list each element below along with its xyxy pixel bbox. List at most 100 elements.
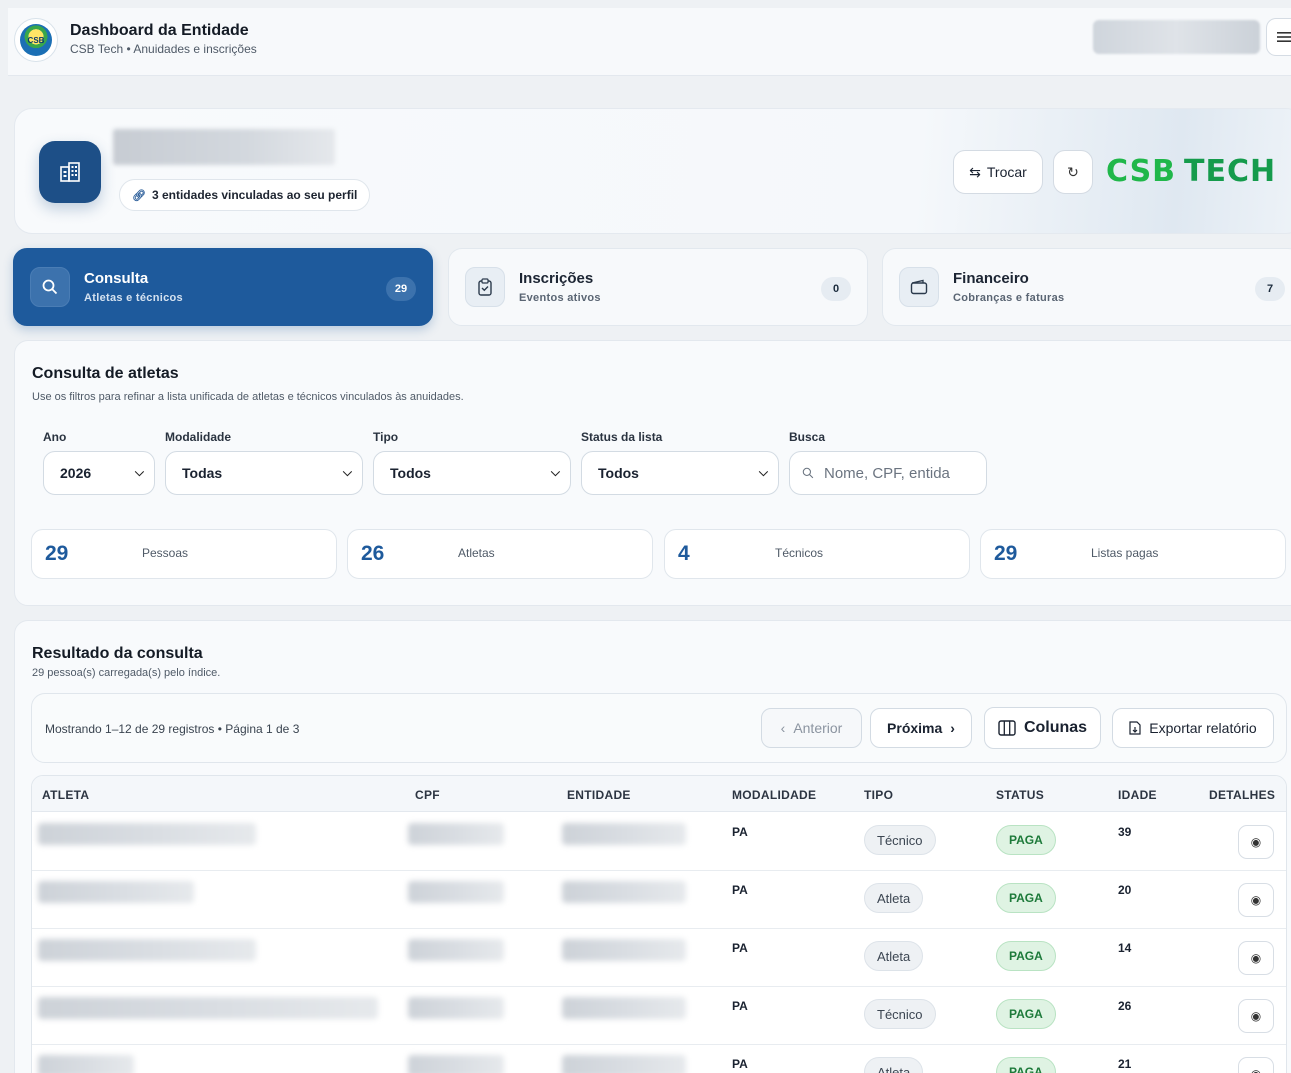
chevron-right-icon: › <box>950 720 955 736</box>
linked-entities-chip[interactable]: 🔗︎ 3 entidades vinculadas ao seu perfil <box>119 179 371 211</box>
cell-idade: 20 <box>1118 883 1132 897</box>
brand-logo-right: TECH <box>1184 153 1277 189</box>
atleta-name-redacted <box>38 823 256 845</box>
stat-atletas-label: Atletas <box>458 546 495 560</box>
eye-icon: ◉ <box>1250 951 1262 965</box>
table-row[interactable]: PA Técnico PAGA 39 ◉ <box>32 813 1286 871</box>
filter-tipo-label: Tipo <box>373 430 399 444</box>
next-page-button[interactable]: Próxima › <box>870 708 972 748</box>
status-badge: PAGA <box>996 941 1056 971</box>
col-cpf[interactable]: CPF <box>415 788 440 802</box>
view-details-button[interactable]: ◉ <box>1238 883 1274 917</box>
tab-financeiro[interactable]: Financeiro Cobranças e faturas 7 <box>882 248 1291 326</box>
col-detalhes: DETALHES <box>1209 788 1276 802</box>
tipo-badge: Técnico <box>864 825 936 855</box>
col-tipo[interactable]: TIPO <box>864 788 893 802</box>
atleta-name-redacted <box>38 881 194 903</box>
cell-modalidade: PA <box>732 1057 748 1071</box>
view-details-button[interactable]: ◉ <box>1238 1057 1274 1073</box>
col-modalidade[interactable]: MODALIDADE <box>732 788 816 802</box>
filter-modalidade-label: Modalidade <box>165 430 232 444</box>
consulta-title: Consulta de atletas <box>32 365 179 382</box>
search-input[interactable] <box>824 464 974 482</box>
cell-idade: 14 <box>1118 941 1132 955</box>
consulta-panel: Consulta de atletas Use os filtros para … <box>14 340 1291 606</box>
eye-icon: ◉ <box>1250 893 1262 907</box>
refresh-button[interactable]: ↻ <box>1053 150 1093 194</box>
tab-inscricoes-subtitle: Eventos ativos <box>519 292 601 304</box>
result-title: Resultado da consulta <box>32 645 203 662</box>
status-badge: PAGA <box>996 1057 1056 1073</box>
filter-ano-label: Ano <box>43 430 67 444</box>
results-table: ATLETA CPF ENTIDADE MODALIDADE TIPO STAT… <box>31 775 1287 1073</box>
stat-listas-pagas-label: Listas pagas <box>1091 546 1159 560</box>
col-idade[interactable]: IDADE <box>1118 788 1157 802</box>
clipboard-check-icon <box>465 267 505 307</box>
stat-tecnicos-label: Técnicos <box>775 546 824 560</box>
export-report-button[interactable]: Exportar relatório <box>1112 708 1274 748</box>
stat-listas-pagas: 29 Listas pagas <box>980 529 1286 579</box>
prev-page-button[interactable]: ‹ Anterior <box>761 708 862 748</box>
menu-button[interactable] <box>1266 18 1291 56</box>
view-details-button[interactable]: ◉ <box>1238 825 1274 859</box>
page-subtitle: CSB Tech • Anuidades e inscrições <box>70 42 257 56</box>
eye-icon: ◉ <box>1250 835 1262 849</box>
csb-logo-text: CSB <box>20 24 52 56</box>
columns-button[interactable]: Colunas <box>984 707 1101 749</box>
view-details-button[interactable]: ◉ <box>1238 999 1274 1033</box>
entidade-redacted <box>562 823 686 845</box>
switch-entity-button[interactable]: ⇆ Trocar <box>953 150 1043 194</box>
entidade-redacted <box>562 1055 686 1073</box>
brand-logo-left: CSB <box>1106 153 1177 189</box>
cell-idade: 26 <box>1118 999 1132 1013</box>
filter-status-value: Todos <box>598 465 639 481</box>
cpf-redacted <box>408 823 504 845</box>
stat-tecnicos: 4 Técnicos <box>664 529 970 579</box>
eye-icon: ◉ <box>1251 1067 1261 1073</box>
cell-modalidade: PA <box>732 999 748 1013</box>
tab-consulta[interactable]: Consulta Atletas e técnicos 29 <box>13 248 433 326</box>
user-profile-chip[interactable] <box>1093 20 1260 54</box>
col-entidade[interactable]: ENTIDADE <box>567 788 631 802</box>
search-icon <box>30 267 70 307</box>
tab-consulta-title: Consulta <box>84 270 149 287</box>
tab-consulta-count: 29 <box>386 277 416 301</box>
table-row[interactable]: PA Atleta PAGA 21 ◉ <box>32 1045 1286 1073</box>
app-header: CSB Dashboard da Entidade CSB Tech • Anu… <box>8 8 1291 76</box>
building-icon <box>39 141 101 203</box>
cell-idade: 21 <box>1118 1057 1132 1071</box>
result-panel: Resultado da consulta 29 pessoa(s) carre… <box>14 620 1291 1073</box>
filter-ano-value: 2026 <box>60 465 92 481</box>
tab-financeiro-count: 7 <box>1255 277 1285 301</box>
search-field[interactable] <box>789 451 987 495</box>
status-badge: PAGA <box>996 883 1056 913</box>
cell-modalidade: PA <box>732 941 748 955</box>
chevron-down-icon: ⌵ <box>550 465 560 479</box>
tab-inscricoes[interactable]: Inscrições Eventos ativos 0 <box>448 248 868 326</box>
tab-inscricoes-count: 0 <box>821 277 851 301</box>
chevron-left-icon: ‹ <box>780 720 786 736</box>
atleta-name-redacted <box>38 939 256 961</box>
atleta-name-redacted <box>38 997 378 1019</box>
page-title: Dashboard da Entidade <box>70 22 249 39</box>
next-page-label: Próxima <box>887 720 943 736</box>
col-status[interactable]: STATUS <box>996 788 1044 802</box>
refresh-icon: ↻ <box>1067 163 1079 180</box>
table-row[interactable]: PA Atleta PAGA 20 ◉ <box>32 871 1286 929</box>
table-row[interactable]: PA Atleta PAGA 14 ◉ <box>32 929 1286 987</box>
stat-listas-pagas-value: 29 <box>994 542 1018 565</box>
cell-modalidade: PA <box>732 825 748 839</box>
entidade-redacted <box>562 939 686 961</box>
search-icon <box>802 467 814 479</box>
col-atleta[interactable]: ATLETA <box>42 788 89 802</box>
filter-tipo-select[interactable]: Todos ⌵ <box>373 451 571 495</box>
view-details-button[interactable]: ◉ <box>1238 941 1274 975</box>
csb-logo-icon: CSB <box>14 18 58 62</box>
tab-inscricoes-title: Inscrições <box>519 270 594 287</box>
filter-ano-select[interactable]: 2026 ⌵ <box>43 451 155 495</box>
filter-modalidade-select[interactable]: Todas ⌵ <box>165 451 363 495</box>
stat-pessoas: 29 Pessoas <box>31 529 337 579</box>
table-row[interactable]: PA Técnico PAGA 26 ◉ <box>32 987 1286 1045</box>
export-report-label: Exportar relatório <box>1149 720 1257 736</box>
filter-status-select[interactable]: Todos ⌵ <box>581 451 779 495</box>
